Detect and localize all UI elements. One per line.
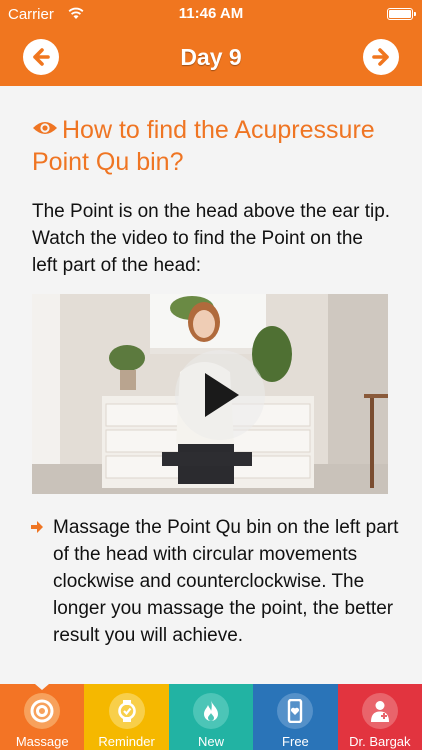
tab-bar: Massage Reminder New Free Dr. Bargak [0,684,422,750]
status-time: 11:46 AM [178,5,244,22]
play-button[interactable] [175,350,265,440]
page-title: Day 9 [180,44,242,70]
tab-label: Dr. Bargak [349,734,411,749]
tab-massage[interactable]: Massage [0,684,85,750]
instruction-text: Massage the Point Qu bin on the left par… [53,517,399,646]
tab-dr-bargak[interactable]: Dr. Bargak [337,684,422,750]
section-heading: How to find the Acupressure Point Qu bin… [32,114,402,178]
heading-text: How to find the Acupressure Point Qu bin… [32,116,375,176]
status-bar: Carrier 11:46 AM [0,0,422,28]
target-icon [24,693,61,729]
next-day-button[interactable] [363,39,399,75]
play-icon [205,373,239,417]
tab-reminder[interactable]: Reminder [84,684,169,750]
tab-free[interactable]: Free [253,684,338,750]
nav-bar: Day 9 [0,28,422,86]
watch-icon [108,693,145,729]
eye-icon [33,122,57,134]
instruction-item: Massage the Point Qu bin on the left par… [30,514,400,649]
doctor-icon [361,693,398,729]
intro-text: The Point is on the head above the ear t… [32,201,391,276]
battery-icon [387,8,416,20]
content-area[interactable]: How to find the Acupressure Point Qu bin… [0,86,422,684]
tab-label: Massage [15,734,69,749]
video-player[interactable] [32,294,388,494]
arrow-right-icon [372,48,389,66]
tab-label: Free [282,734,309,749]
phone-heart-icon [277,693,314,729]
bullet-arrow-icon [31,521,43,533]
flame-icon [193,693,230,729]
tab-label: New [198,734,225,749]
tab-label: Reminder [98,734,155,749]
tab-new[interactable]: New [168,684,254,750]
